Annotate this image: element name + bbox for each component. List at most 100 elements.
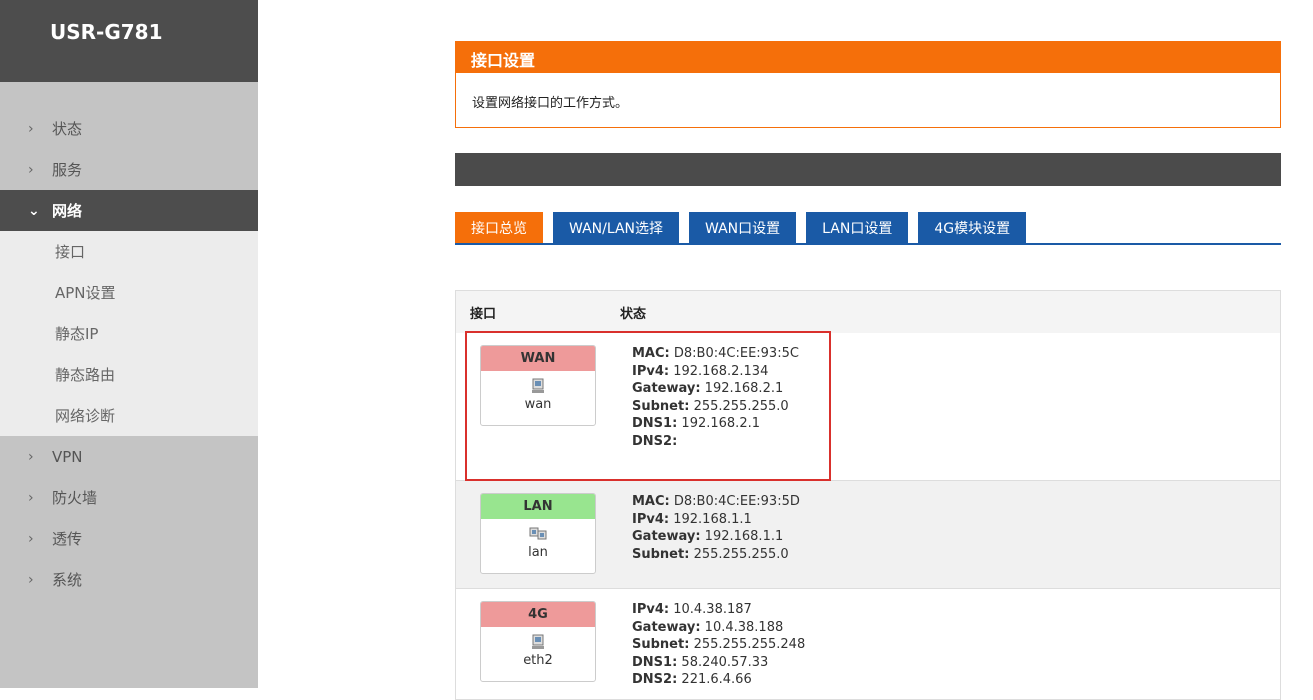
interface-card[interactable]: WAN wan: [480, 345, 596, 426]
table-row: WAN wan MAC: D8:B0:4C:EE:93:5C IPv4: 192.16…: [456, 331, 1280, 481]
status-line: Subnet: 255.255.255.248: [632, 636, 805, 654]
interface-table: 接口 状态 WAN wan MAC: D8:B0:4C:EE:93:5C IPv4: …: [455, 290, 1281, 700]
chevron-down-icon: ⌄: [28, 202, 40, 219]
status-line: DNS1: 58.240.57.33: [632, 654, 805, 672]
column-header-interface: 接口: [470, 306, 497, 322]
status-key: IPv4:: [632, 602, 670, 617]
table-header: 接口 状态: [456, 291, 1280, 333]
interface-card[interactable]: LAN lan: [480, 493, 596, 574]
tab-overview[interactable]: 接口总览: [455, 212, 543, 243]
status-line: Subnet: 255.255.255.0: [632, 546, 800, 564]
status-value: 255.255.255.248: [693, 637, 806, 652]
interface-label: LAN: [481, 494, 595, 519]
table-row: 4G eth2 IPv4: 10.4.38.187 Gateway: 10.4.38.…: [456, 589, 1280, 699]
status-key: DNS2:: [632, 672, 678, 687]
status-line: MAC: D8:B0:4C:EE:93:5D: [632, 493, 800, 511]
status-line: Gateway: 192.168.1.1: [632, 528, 800, 546]
nav-item-network[interactable]: ⌄ 网络: [0, 190, 258, 231]
status-line: Subnet: 255.255.255.0: [632, 398, 799, 416]
nav-item-label: 网络: [52, 202, 83, 220]
status-value: 192.168.2.134: [673, 363, 769, 379]
status-value: 192.168.1.1: [673, 511, 752, 527]
status-value: 10.4.38.188: [704, 619, 784, 635]
status-value: 10.4.38.187: [673, 602, 752, 617]
status-key: Gateway:: [632, 619, 701, 635]
nav-item-services[interactable]: › 服务: [0, 149, 258, 190]
nav-item-status[interactable]: › 状态: [0, 108, 258, 149]
nav-item-system[interactable]: › 系统: [0, 559, 258, 600]
chevron-right-icon: ›: [28, 571, 34, 588]
status-line: DNS2:: [632, 433, 799, 451]
status-cell: MAC: D8:B0:4C:EE:93:5C IPv4: 192.168.2.13…: [620, 333, 799, 480]
interface-name: lan: [528, 545, 548, 560]
chevron-right-icon: ›: [28, 530, 34, 547]
status-key: Subnet:: [632, 398, 690, 414]
status-value: D8:B0:4C:EE:93:5D: [673, 494, 800, 509]
status-value: 192.168.2.1: [681, 416, 760, 431]
interface-cell: 4G eth2: [456, 589, 620, 699]
interface-label: WAN: [481, 346, 595, 371]
nav-item-transparent[interactable]: › 透传: [0, 518, 258, 559]
chevron-right-icon: ›: [28, 120, 34, 137]
status-line: MAC: D8:B0:4C:EE:93:5C: [632, 345, 799, 363]
status-key: Subnet:: [632, 637, 690, 652]
status-key: DNS1:: [632, 654, 678, 670]
status-line: DNS2: 221.6.4.66: [632, 671, 805, 689]
sidebar-item-interface[interactable]: 接口: [0, 231, 258, 272]
tab-4g-settings[interactable]: 4G模块设置: [918, 212, 1027, 243]
status-line: IPv4: 192.168.2.134: [632, 363, 799, 381]
status-line: DNS1: 192.168.2.1: [632, 415, 799, 433]
status-key: IPv4:: [632, 511, 670, 527]
interface-cell: LAN lan: [456, 481, 620, 588]
status-value: 192.168.2.1: [704, 381, 784, 396]
interface-name: eth2: [523, 653, 553, 668]
section-bar: [455, 153, 1281, 186]
status-key: IPv4:: [632, 363, 670, 379]
status-value: 221.6.4.66: [681, 672, 752, 687]
interface-cell: WAN wan: [456, 333, 620, 480]
nav-item-vpn[interactable]: › VPN: [0, 436, 258, 477]
brand-title: USR-G781: [0, 0, 258, 82]
status-line: Gateway: 192.168.2.1: [632, 380, 799, 398]
status-value: 255.255.255.0: [693, 546, 789, 562]
sidebar-item-static-ip[interactable]: 静态IP: [0, 313, 258, 354]
status-line: IPv4: 10.4.38.187: [632, 601, 805, 619]
status-line: Gateway: 10.4.38.188: [632, 619, 805, 637]
status-value: D8:B0:4C:EE:93:5C: [673, 346, 799, 361]
chevron-right-icon: ›: [28, 161, 34, 178]
nav-item-firewall[interactable]: › 防火墙: [0, 477, 258, 518]
main-content: 接口设置 设置网络接口的工作方式。 接口总览 WAN/LAN选择 WAN口设置 …: [455, 0, 1281, 700]
network-submenu: 接口 APN设置 静态IP 静态路由 网络诊断: [0, 231, 258, 436]
status-cell: MAC: D8:B0:4C:EE:93:5D IPv4: 192.168.1.1 G…: [620, 481, 800, 588]
status-value: 58.240.57.33: [681, 654, 769, 670]
page-title: 接口设置: [455, 41, 1281, 73]
network-port-icon: [481, 631, 595, 653]
status-key: DNS2:: [632, 433, 678, 449]
status-key: MAC:: [632, 494, 670, 509]
nav-item-label: 服务: [52, 161, 83, 179]
sidebar: USR-G781 › 状态 › 服务 ⌄ 网络 接口 APN设置 静态IP 静态…: [0, 0, 258, 688]
nav-item-label: 状态: [52, 120, 83, 138]
column-header-status: 状态: [620, 306, 647, 322]
sidebar-item-static-route[interactable]: 静态路由: [0, 354, 258, 395]
tab-wan-lan-select[interactable]: WAN/LAN选择: [553, 212, 680, 243]
table-row: LAN lan MAC: D8:B0:4C:EE:93:5D IPv4: 192.16…: [456, 481, 1280, 588]
page-description: 设置网络接口的工作方式。: [455, 73, 1281, 128]
tab-wan-settings[interactable]: WAN口设置: [689, 212, 797, 243]
tab-lan-settings[interactable]: LAN口设置: [806, 212, 909, 243]
sidebar-item-diagnostics[interactable]: 网络诊断: [0, 395, 258, 436]
tab-bar: 接口总览 WAN/LAN选择 WAN口设置 LAN口设置 4G模块设置: [455, 211, 1281, 245]
status-line: IPv4: 192.168.1.1: [632, 511, 800, 529]
status-key: Subnet:: [632, 546, 690, 562]
sidebar-item-apn[interactable]: APN设置: [0, 272, 258, 313]
interface-card[interactable]: 4G eth2: [480, 601, 596, 682]
status-cell: IPv4: 10.4.38.187 Gateway: 10.4.38.188 Sub…: [620, 589, 805, 699]
status-key: Gateway:: [632, 381, 701, 396]
chevron-right-icon: ›: [28, 448, 34, 465]
status-value: 192.168.1.1: [704, 529, 784, 544]
network-port-icon: [481, 375, 595, 397]
nav-item-label: 透传: [52, 530, 83, 548]
nav-item-label: 系统: [52, 571, 83, 589]
network-ports-icon: [481, 523, 595, 545]
nav-item-label: 防火墙: [52, 489, 98, 507]
